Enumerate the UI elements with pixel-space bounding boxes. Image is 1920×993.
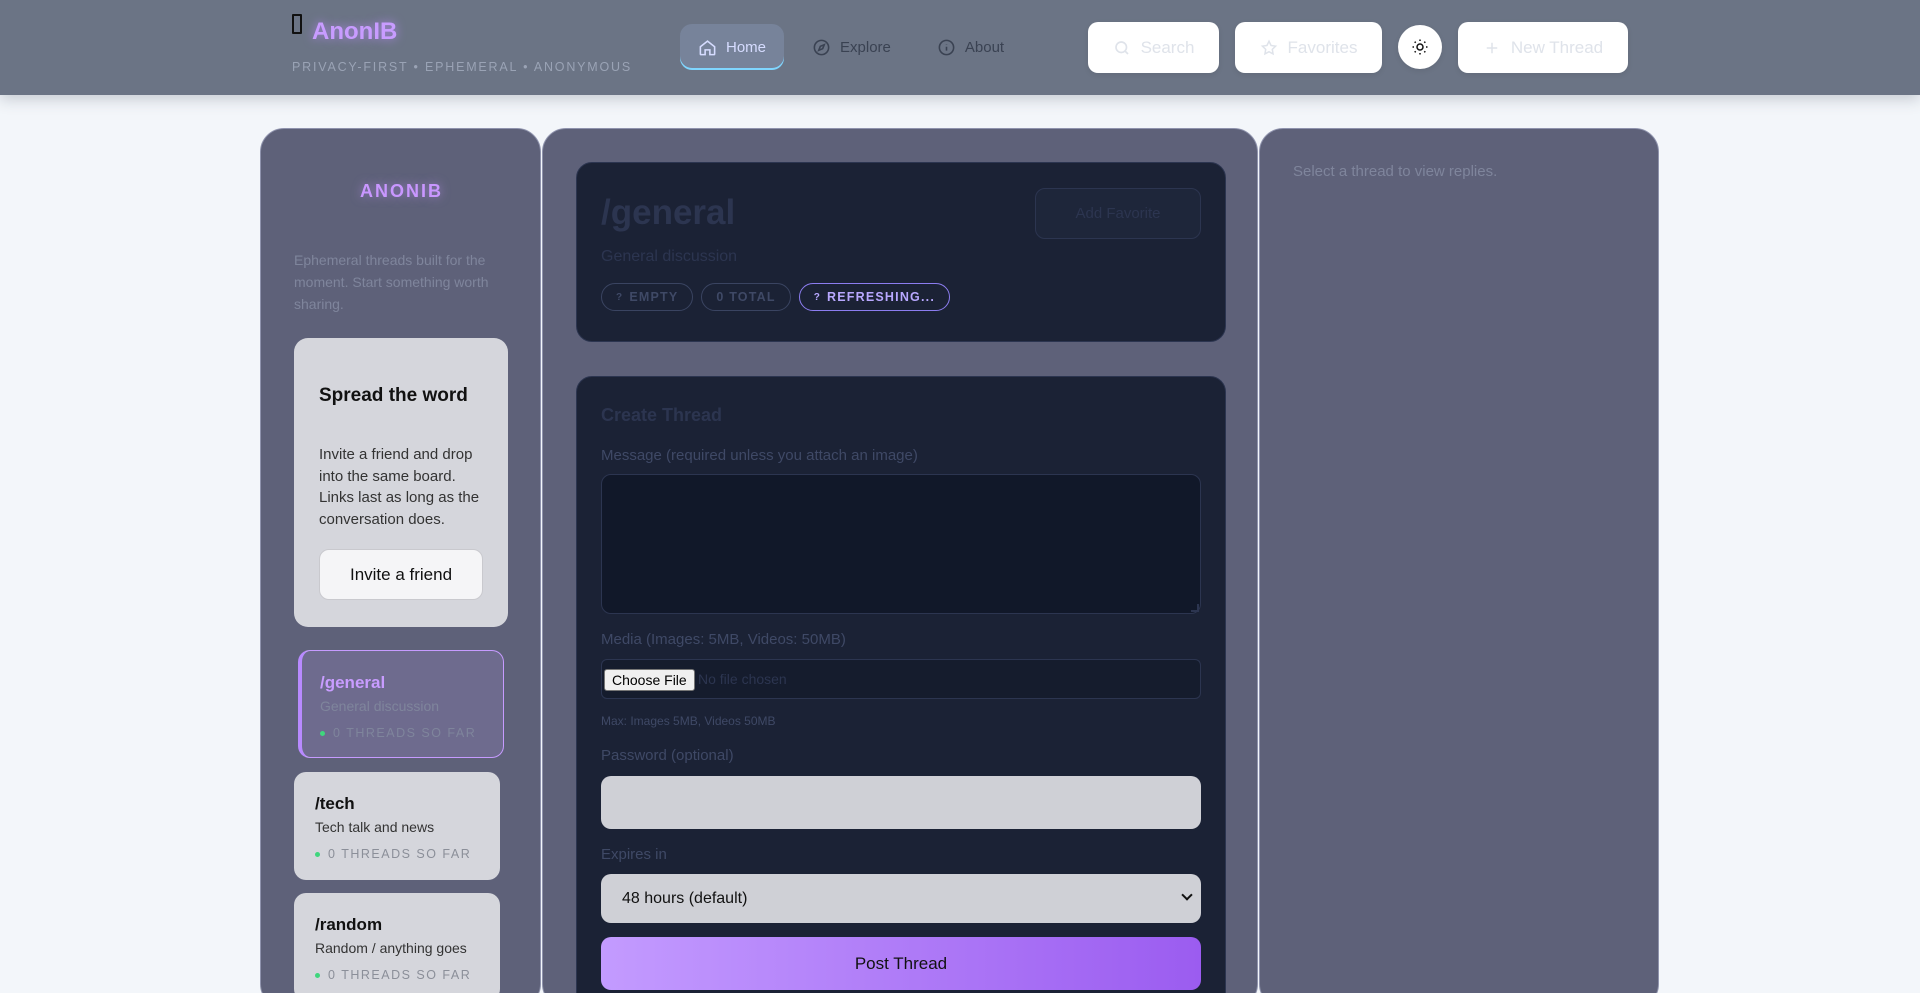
password-label: Password (optional) bbox=[601, 747, 734, 764]
board-thread-count: 0 THREADS SO FAR bbox=[315, 847, 471, 861]
logo-icon bbox=[292, 14, 302, 34]
spread-title: Spread the word bbox=[319, 385, 468, 406]
sidebar-title: ANONIB bbox=[360, 181, 443, 201]
search-button-label: Search bbox=[1140, 37, 1195, 57]
board-description: General discussion bbox=[320, 698, 440, 714]
resize-handle-icon[interactable] bbox=[1191, 604, 1199, 612]
sun-icon bbox=[1412, 39, 1428, 55]
board-thread-count: 0 THREADS SO FAR bbox=[320, 726, 476, 740]
new-thread-button[interactable]: New Thread bbox=[1458, 22, 1628, 73]
board-thread-count-text: 0 THREADS SO FAR bbox=[328, 847, 472, 861]
expires-select[interactable]: 48 hours (default) bbox=[601, 874, 1201, 923]
board-description: Tech talk and news bbox=[315, 819, 435, 835]
board-header: /general General discussion Add Favorite… bbox=[576, 162, 1226, 342]
expires-label: Expires in bbox=[601, 846, 667, 863]
board-stats: ? EMPTY 0 TOTAL ? REFRESHING... bbox=[601, 283, 950, 311]
status-dot-icon bbox=[315, 972, 320, 978]
search-button[interactable]: Search bbox=[1088, 22, 1219, 73]
board-thread-count-text: 0 THREADS SO FAR bbox=[328, 968, 472, 982]
media-file-input[interactable]: Choose File No file chosen bbox=[601, 659, 1201, 699]
message-label: Message (required unless you attach an i… bbox=[601, 447, 918, 464]
sidebar: ANONIB Ephemeral threads built for the m… bbox=[260, 128, 541, 993]
board-thread-count: 0 THREADS SO FAR bbox=[315, 968, 471, 982]
media-label: Media (Images: 5MB, Videos: 50MB) bbox=[601, 631, 846, 648]
brand-name: AnonIB bbox=[312, 18, 398, 45]
favorites-button[interactable]: Favorites bbox=[1235, 22, 1382, 73]
replies-column: Select a thread to view replies. bbox=[1259, 128, 1659, 993]
board-name: /random bbox=[315, 915, 383, 934]
nav-about-label: About bbox=[964, 38, 1005, 56]
sidebar-description: Ephemeral threads built for the moment. … bbox=[294, 252, 489, 312]
create-thread-panel: Create Thread Message (required unless y… bbox=[576, 376, 1226, 993]
nav-explore-label: Explore bbox=[840, 38, 891, 56]
nav-about[interactable]: About bbox=[919, 24, 1022, 70]
board-item-tech[interactable]: /tech Tech talk and news 0 THREADS SO FA… bbox=[294, 772, 500, 880]
add-favorite-button[interactable]: Add Favorite bbox=[1035, 188, 1201, 239]
main-column: /general General discussion Add Favorite… bbox=[542, 128, 1258, 993]
board-thread-count-text: 0 THREADS SO FAR bbox=[333, 726, 477, 740]
main-nav: Home Explore About bbox=[680, 24, 1022, 70]
status-badge-total: 0 TOTAL bbox=[701, 283, 791, 311]
message-textarea[interactable] bbox=[601, 474, 1201, 614]
info-icon bbox=[938, 39, 955, 55]
password-input[interactable] bbox=[601, 776, 1201, 829]
board-description: Random / anything goes bbox=[315, 940, 467, 956]
status-badge-empty: ? EMPTY bbox=[601, 283, 694, 311]
expires-selected-value: 48 hours (default) bbox=[622, 889, 748, 907]
status-badge-label: REFRESHING... bbox=[827, 290, 935, 304]
board-item-general[interactable]: /general General discussion 0 THREADS SO… bbox=[298, 650, 504, 758]
media-hint: Max: Images 5MB, Videos 50MB bbox=[601, 714, 776, 728]
compass-icon bbox=[813, 39, 830, 55]
status-badge-refreshing: ? REFRESHING... bbox=[798, 283, 950, 311]
status-badge-label: 0 TOTAL bbox=[716, 290, 776, 304]
board-name: /general bbox=[320, 673, 386, 692]
chevron-down-icon bbox=[1181, 889, 1193, 901]
nav-explore[interactable]: Explore bbox=[794, 24, 909, 70]
plus-icon bbox=[1486, 42, 1498, 53]
star-icon bbox=[1260, 39, 1277, 55]
brand-tagline: PRIVACY-FIRST • EPHEMERAL • ANONYMOUS bbox=[292, 60, 632, 74]
favorites-button-label: Favorites bbox=[1287, 37, 1358, 57]
nav-home-label: Home bbox=[726, 38, 767, 56]
board-description: General discussion bbox=[601, 248, 738, 265]
post-thread-button[interactable]: Post Thread bbox=[601, 937, 1201, 990]
search-icon bbox=[1114, 40, 1129, 55]
status-dot-icon bbox=[315, 851, 320, 857]
status-dot-icon bbox=[320, 730, 325, 736]
nav-home[interactable]: Home bbox=[680, 24, 785, 70]
spread-the-word-card: Spread the word Invite a friend and drop… bbox=[294, 338, 508, 627]
invite-friend-button[interactable]: Invite a friend bbox=[319, 549, 483, 600]
spread-text: Invite a friend and drop into the same b… bbox=[319, 446, 480, 528]
status-badge-label: EMPTY bbox=[629, 290, 679, 304]
empty-glyph-icon: ? bbox=[616, 291, 624, 303]
create-thread-title: Create Thread bbox=[601, 405, 723, 425]
board-title: /general bbox=[601, 193, 736, 232]
choose-file-button[interactable]: Choose File bbox=[604, 669, 695, 691]
file-status: No file chosen bbox=[698, 671, 787, 687]
board-name: /tech bbox=[315, 794, 355, 813]
replies-hint: Select a thread to view replies. bbox=[1293, 163, 1498, 180]
new-thread-button-label: New Thread bbox=[1510, 37, 1604, 57]
theme-toggle-button[interactable] bbox=[1398, 25, 1442, 69]
top-bar: AnonIB PRIVACY-FIRST • EPHEMERAL • ANONY… bbox=[0, 0, 1920, 95]
home-icon bbox=[699, 39, 716, 55]
refresh-glyph-icon: ? bbox=[813, 291, 822, 303]
board-item-random[interactable]: /random Random / anything goes 0 THREADS… bbox=[294, 893, 500, 993]
